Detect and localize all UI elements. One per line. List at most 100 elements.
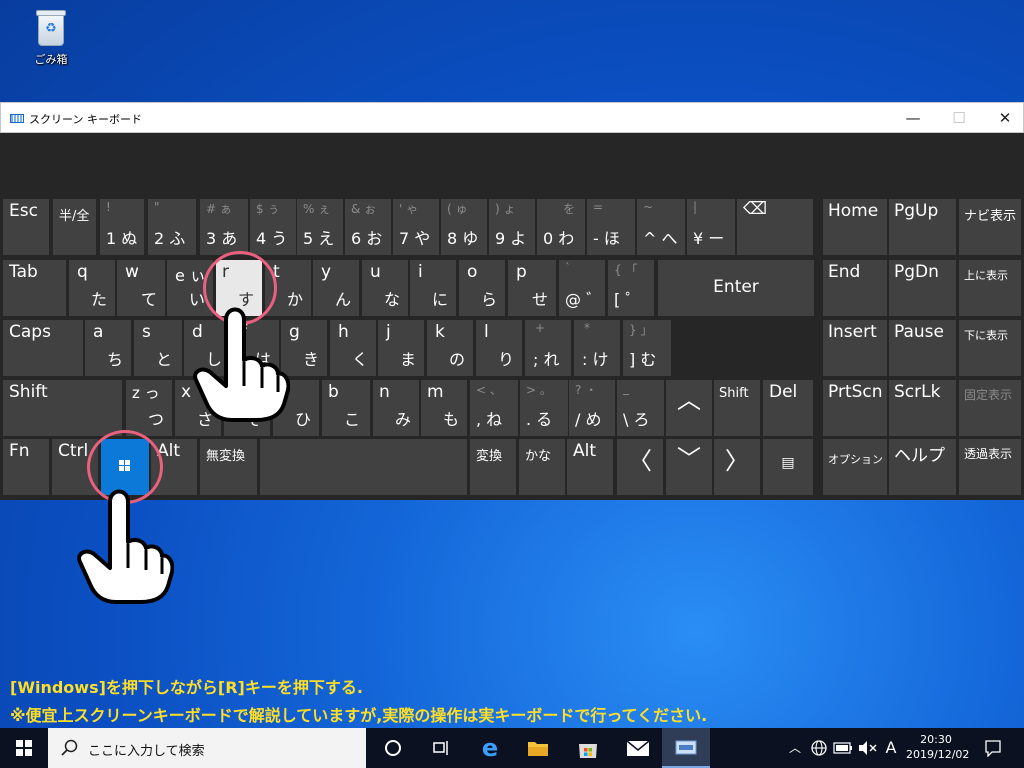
start-button[interactable] xyxy=(0,728,48,768)
mail-icon xyxy=(626,740,650,756)
key-8[interactable]: ( ゅ8 ゆ xyxy=(441,199,487,255)
key-muhenkan[interactable]: 無変換 xyxy=(200,439,257,495)
key-insert[interactable]: Insert xyxy=(823,320,887,376)
backspace-icon: ⌫ xyxy=(743,199,768,219)
key-pause[interactable]: Pause xyxy=(889,320,956,376)
key-del[interactable]: Del xyxy=(763,380,813,436)
key-period[interactable]: > 。. る xyxy=(520,380,568,436)
key-move-up[interactable]: 上に表示 xyxy=(959,260,1021,316)
maximize-button[interactable]: ☐ xyxy=(936,105,982,131)
key-tab[interactable]: Tab xyxy=(3,260,66,316)
key-help[interactable]: ヘルプ xyxy=(889,439,956,495)
network-button[interactable] xyxy=(808,728,830,768)
osk-taskbar-button[interactable] xyxy=(662,728,710,768)
key-y[interactable]: yん xyxy=(313,260,359,316)
key-options[interactable]: オプション xyxy=(823,439,887,495)
taskbar-search-box[interactable]: ここに入力して検索 xyxy=(48,728,366,768)
key-backslash[interactable]: _ \ ろ xyxy=(617,380,664,436)
timeline-button[interactable] xyxy=(417,728,465,768)
key-home[interactable]: Home xyxy=(823,199,887,255)
search-icon xyxy=(61,739,78,756)
key-bracket[interactable]: { 「[ ゜ xyxy=(608,260,654,316)
key-caps[interactable]: Caps xyxy=(3,320,83,376)
key-q[interactable]: qた xyxy=(69,260,115,316)
key-move-down[interactable]: 下に表示 xyxy=(959,320,1021,376)
key-s[interactable]: sと xyxy=(134,320,182,376)
key-b[interactable]: bこ xyxy=(322,380,370,436)
key-prtscn[interactable]: PrtScn xyxy=(823,380,887,436)
key-caret[interactable]: ~ ^ へ xyxy=(637,199,685,255)
key-minus[interactable]: = - ほ xyxy=(587,199,635,255)
key-u[interactable]: uな xyxy=(362,260,408,316)
key-z[interactable]: z っつ xyxy=(126,380,172,436)
key-p[interactable]: pせ xyxy=(508,260,556,316)
battery-button[interactable] xyxy=(832,728,854,768)
key-enter[interactable]: Enter xyxy=(658,260,814,316)
key-left-arrow[interactable]: 〈 xyxy=(617,439,663,495)
key-right-arrow[interactable]: 〉 xyxy=(714,439,760,495)
close-button[interactable]: ✕ xyxy=(982,105,1024,131)
explorer-taskbar-button[interactable] xyxy=(514,728,562,768)
key-6[interactable]: & ぉ6 お xyxy=(345,199,391,255)
window-titlebar[interactable]: スクリーン キーボード — ☐ ✕ xyxy=(0,102,1024,133)
key-space[interactable] xyxy=(260,439,467,495)
key-o[interactable]: oら xyxy=(459,260,505,316)
recycle-bin-desktop-icon[interactable]: ♻ ごみ箱 xyxy=(22,6,80,67)
key-shift-right[interactable]: Shift xyxy=(714,380,760,436)
key-l[interactable]: lり xyxy=(476,320,522,376)
key-esc[interactable]: Esc xyxy=(3,199,49,255)
key-a[interactable]: aち xyxy=(85,320,131,376)
key-alt-right[interactable]: Alt xyxy=(567,439,613,495)
key-j[interactable]: jま xyxy=(378,320,424,376)
ime-mode-button[interactable]: A xyxy=(880,728,902,768)
key-at[interactable]: ` @ ゛ xyxy=(559,260,605,316)
key-m[interactable]: mも xyxy=(421,380,467,436)
key-henkan[interactable]: 変換 xyxy=(470,439,516,495)
recycle-bin-icon: ♻ xyxy=(34,6,68,48)
key-yen[interactable]: | ¥ ー xyxy=(687,199,735,255)
battery-icon xyxy=(833,742,852,754)
key-4[interactable]: $ ぅ4 う xyxy=(250,199,296,255)
show-hidden-icons-button[interactable]: ︿ xyxy=(786,728,804,768)
key-colon[interactable]: *: け xyxy=(574,320,620,376)
key-down-arrow[interactable]: ﹀ xyxy=(666,439,712,495)
key-menu[interactable]: ▤ xyxy=(763,439,813,495)
key-i[interactable]: iに xyxy=(410,260,456,316)
clock[interactable]: 20:30 2019/12/02 xyxy=(906,732,969,762)
volume-button[interactable] xyxy=(856,728,878,768)
key-rbracket[interactable]: } 」] む xyxy=(623,320,671,376)
key-2[interactable]: " 2 ふ xyxy=(148,199,196,255)
key-nav[interactable]: ナビ表示 xyxy=(959,199,1021,255)
key-5[interactable]: % ぇ5 え xyxy=(297,199,343,255)
edge-taskbar-button[interactable]: e xyxy=(466,728,514,768)
key-pgup[interactable]: PgUp xyxy=(889,199,956,255)
task-view-button[interactable] xyxy=(369,728,417,768)
key-k[interactable]: kの xyxy=(427,320,473,376)
minimize-button[interactable]: — xyxy=(890,105,936,131)
key-hankaku[interactable]: 半/全 xyxy=(53,199,96,255)
key-semicolon[interactable]: +; れ xyxy=(525,320,571,376)
key-w[interactable]: wて xyxy=(117,260,165,316)
key-backspace[interactable]: ⌫ xyxy=(737,199,813,255)
key-dock[interactable]: 固定表示 xyxy=(959,380,1021,436)
mail-taskbar-button[interactable] xyxy=(614,728,662,768)
key-pgdn[interactable]: PgDn xyxy=(889,260,956,316)
key-n[interactable]: nみ xyxy=(373,380,419,436)
key-end[interactable]: End xyxy=(823,260,887,316)
key-slash[interactable]: ? ・ / め xyxy=(569,380,615,436)
key-fade[interactable]: 透過表示 xyxy=(959,439,1021,495)
store-taskbar-button[interactable] xyxy=(564,728,612,768)
key-kana[interactable]: かな xyxy=(519,439,565,495)
key-7[interactable]: ' ゃ7 や xyxy=(393,199,439,255)
key-1[interactable]: ! 1 ぬ xyxy=(100,199,144,255)
key-3[interactable]: # ぁ3 あ xyxy=(200,199,248,255)
key-scrlk[interactable]: ScrLk xyxy=(889,380,956,436)
action-center-button[interactable] xyxy=(978,728,1008,768)
key-up-arrow[interactable]: ︿ xyxy=(666,380,712,436)
key-h[interactable]: hく xyxy=(330,320,376,376)
key-shift-left[interactable]: Shift xyxy=(3,380,122,436)
key-9[interactable]: ) ょ9 よ xyxy=(489,199,535,255)
key-comma[interactable]: < 、, ね xyxy=(470,380,518,436)
key-0[interactable]: を0 わ xyxy=(537,199,585,255)
key-fn[interactable]: Fn xyxy=(3,439,49,495)
